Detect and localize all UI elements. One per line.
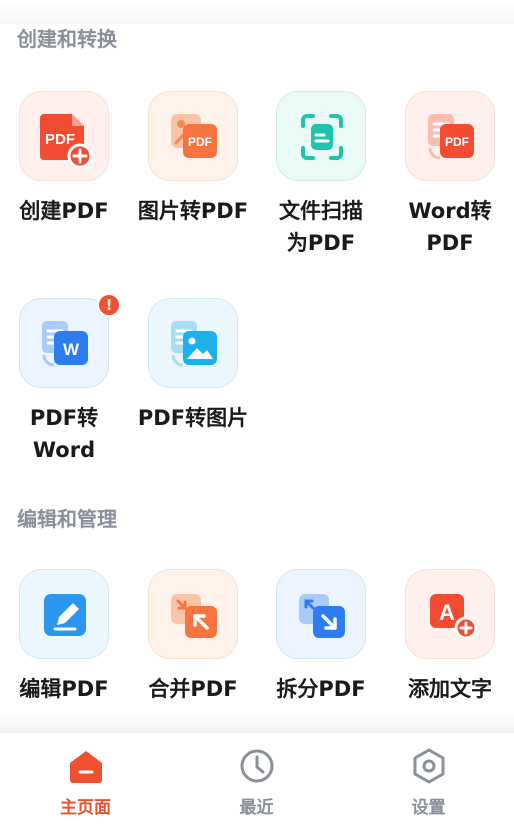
top-fade bbox=[0, 0, 514, 24]
merge-tile[interactable] bbox=[148, 569, 238, 659]
edit-tile[interactable] bbox=[19, 569, 109, 659]
tool-merge-pdf[interactable]: 合并PDF bbox=[129, 569, 257, 705]
add-text-icon: A bbox=[430, 594, 478, 640]
section-title-create-convert: 创建和转换 bbox=[17, 27, 117, 51]
clock-icon bbox=[240, 749, 274, 783]
tool-add-text[interactable]: A 添加文字 bbox=[386, 569, 514, 705]
scan-tile[interactable] bbox=[276, 91, 366, 181]
pdf-to-word-tile[interactable]: W ! bbox=[19, 293, 121, 388]
edit-icon bbox=[44, 594, 86, 636]
tool-image-to-pdf[interactable]: PDF 图片转PDF bbox=[129, 91, 257, 227]
scan-icon bbox=[301, 114, 343, 160]
tool-edit-pdf[interactable]: 编辑PDF bbox=[0, 569, 128, 705]
home-icon bbox=[70, 751, 102, 783]
tool-label: 添加文字 bbox=[408, 677, 492, 701]
tool-label: Word转PDF bbox=[408, 199, 492, 255]
pdf-to-word-icon: W bbox=[42, 321, 88, 367]
svg-text:PDF: PDF bbox=[45, 131, 75, 148]
word-to-pdf-icon: PDF bbox=[428, 114, 474, 160]
tool-split-pdf[interactable]: 拆分PDF bbox=[257, 569, 385, 705]
tool-label: PDF转Word bbox=[29, 406, 99, 462]
svg-text:PDF: PDF bbox=[188, 135, 212, 149]
tool-label: 文件扫描为PDF bbox=[279, 199, 363, 255]
tool-label: 创建PDF bbox=[19, 199, 109, 223]
notification-badge: ! bbox=[97, 293, 121, 317]
add-text-tile[interactable]: A bbox=[405, 569, 495, 659]
image-to-pdf-icon: PDF bbox=[171, 114, 217, 158]
tabbar-shadow bbox=[0, 712, 514, 732]
svg-text:A: A bbox=[439, 600, 455, 625]
tool-pdf-to-image[interactable]: PDF转图片 bbox=[129, 298, 257, 434]
tab-settings[interactable]: 设置 bbox=[343, 733, 514, 824]
tool-label: PDF转图片 bbox=[137, 406, 249, 430]
section-title-edit-manage: 编辑和管理 bbox=[17, 507, 117, 531]
tool-label: 图片转PDF bbox=[137, 199, 249, 223]
image-to-pdf-tile[interactable]: PDF bbox=[148, 91, 238, 181]
pdf-to-image-tile[interactable] bbox=[148, 298, 238, 388]
word-to-pdf-tile[interactable]: PDF bbox=[405, 91, 495, 181]
settings-icon bbox=[413, 748, 445, 784]
tool-label: 拆分PDF bbox=[276, 677, 366, 701]
tab-label: 设置 bbox=[411, 798, 446, 818]
svg-text:W: W bbox=[63, 340, 80, 359]
tab-label: 最近 bbox=[239, 798, 274, 818]
bottom-tabbar: 主页面 最近 设置 bbox=[0, 732, 514, 824]
tool-label: 编辑PDF bbox=[19, 677, 109, 701]
tool-label: 合并PDF bbox=[148, 677, 238, 701]
create-pdf-tile[interactable]: PDF bbox=[19, 91, 109, 181]
split-tile[interactable] bbox=[276, 569, 366, 659]
tab-home[interactable]: 主页面 bbox=[0, 733, 171, 824]
tab-label: 主页面 bbox=[60, 798, 111, 818]
create-pdf-icon: PDF bbox=[40, 114, 93, 169]
merge-icon bbox=[171, 594, 217, 638]
tool-create-pdf[interactable]: PDF 创建PDF bbox=[0, 91, 128, 227]
tool-scan-to-pdf[interactable]: 文件扫描为PDF bbox=[257, 91, 385, 259]
tool-word-to-pdf[interactable]: PDF Word转PDF bbox=[386, 91, 514, 259]
split-icon bbox=[299, 594, 345, 638]
tool-pdf-to-word[interactable]: W ! PDF转Word bbox=[0, 293, 128, 466]
svg-text:PDF: PDF bbox=[445, 135, 469, 149]
tab-recent[interactable]: 最近 bbox=[171, 733, 342, 824]
pdf-to-image-icon bbox=[171, 321, 217, 367]
